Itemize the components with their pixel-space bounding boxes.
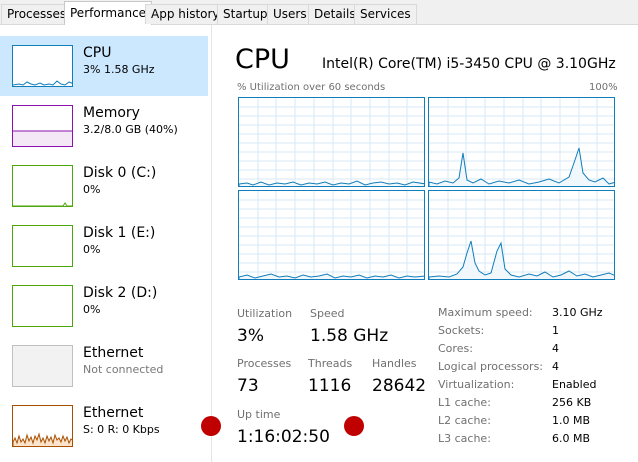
utilization-value: 3% — [237, 326, 264, 346]
speed-value: 1.58 GHz — [310, 326, 389, 346]
memory-thumbnail-graph — [12, 105, 73, 147]
handles-value: 28642 — [372, 376, 427, 396]
cpu-core-graph-4 — [428, 190, 615, 280]
cpu-specs-table: Maximum speed: 3.10 GHz Sockets: 1 Cores: 4… — [438, 304, 603, 448]
uptime-value: 1:16:02:50 — [237, 427, 330, 447]
spec-row: L2 cache: 1.0 MB — [438, 412, 603, 430]
cpu-core-graph-3 — [238, 190, 425, 280]
sidebar-item-subtitle: 3% 1.58 GHz — [83, 63, 155, 76]
utilization-graph-label: % Utilization over 60 seconds — [237, 82, 386, 93]
sidebar-item-disk-1[interactable]: Disk 1 (E:) 0% — [0, 216, 208, 276]
sidebar-item-title: Memory — [83, 105, 140, 121]
spec-key: Cores: — [438, 342, 473, 355]
disk-0-thumbnail-graph — [12, 165, 73, 207]
tab-performance[interactable]: Performance — [64, 1, 153, 25]
sidebar-item-subtitle: Not connected — [83, 363, 164, 376]
sidebar-item-title: Disk 0 (C:) — [83, 165, 157, 181]
spec-value: 256 KB — [552, 396, 592, 409]
sidebar-divider — [211, 25, 212, 462]
handles-label: Handles — [372, 357, 417, 370]
sidebar-item-title: Disk 2 (D:) — [83, 285, 158, 301]
sidebar-item-ethernet[interactable]: Ethernet S: 0 R: 0 Kbps — [0, 396, 208, 456]
spec-value: Enabled — [552, 378, 597, 391]
spec-value: 1.0 MB — [552, 414, 591, 427]
red-marker-dot — [201, 416, 221, 436]
spec-key: L1 cache: — [438, 396, 491, 409]
tab-processes[interactable]: Processes — [1, 4, 73, 24]
disk-1-thumbnail-graph — [12, 225, 73, 267]
spec-row: Logical processors: 4 — [438, 358, 603, 376]
red-marker-dot — [344, 416, 364, 436]
sidebar-item-title: Disk 1 (E:) — [83, 225, 156, 241]
spec-key: Maximum speed: — [438, 306, 533, 319]
threads-label: Threads — [308, 357, 353, 370]
sidebar-item-ethernet-disconnected[interactable]: Ethernet Not connected — [0, 336, 208, 396]
tab-app-history[interactable]: App history — [145, 4, 226, 24]
sidebar-item-cpu[interactable]: CPU 3% 1.58 GHz — [0, 36, 208, 96]
spec-row: Virtualization: Enabled — [438, 376, 603, 394]
sidebar-item-memory[interactable]: Memory 3.2/8.0 GB (40%) — [0, 96, 208, 156]
cpu-model-name: Intel(R) Core(TM) i5-3450 CPU @ 3.10GHz — [322, 56, 616, 72]
ethernet-disconnected-thumbnail — [12, 345, 73, 387]
sidebar-item-subtitle: 3.2/8.0 GB (40%) — [83, 123, 178, 136]
processes-value: 73 — [237, 376, 259, 396]
spec-value: 4 — [552, 342, 559, 355]
sidebar-item-subtitle: S: 0 R: 0 Kbps — [83, 423, 160, 436]
threads-value: 1116 — [308, 376, 352, 396]
sidebar-item-title: CPU — [83, 45, 112, 61]
spec-row: L3 cache: 6.0 MB — [438, 430, 603, 448]
spec-value: 4 — [552, 360, 559, 373]
spec-row: Maximum speed: 3.10 GHz — [438, 304, 603, 322]
processes-label: Processes — [237, 357, 292, 370]
cpu-core-graph-2 — [428, 97, 615, 187]
sidebar-item-disk-2[interactable]: Disk 2 (D:) 0% — [0, 276, 208, 336]
cpu-core-graph-1 — [238, 97, 425, 187]
ethernet-thumbnail-graph — [12, 405, 73, 447]
sidebar-item-title: Ethernet — [83, 345, 144, 361]
sidebar-item-subtitle: 0% — [83, 243, 101, 256]
spec-row: L1 cache: 256 KB — [438, 394, 603, 412]
tab-startup[interactable]: Startup — [217, 4, 274, 24]
utilization-label: Utilization — [237, 307, 293, 320]
page-title: CPU — [235, 44, 290, 75]
spec-row: Cores: 4 — [438, 340, 603, 358]
spec-value: 1 — [552, 324, 559, 337]
spec-key: L2 cache: — [438, 414, 491, 427]
tab-users[interactable]: Users — [267, 4, 313, 24]
spec-key: Virtualization: — [438, 378, 515, 391]
tab-bar: Processes Performance App history Startu… — [0, 0, 638, 25]
disk-2-thumbnail-graph — [12, 285, 73, 327]
spec-key: Sockets: — [438, 324, 485, 337]
sidebar-item-disk-0[interactable]: Disk 0 (C:) 0% — [0, 156, 208, 216]
resource-sidebar: CPU 3% 1.58 GHz Memory 3.2/8.0 GB (40%) … — [0, 25, 208, 462]
utilization-graph-max: 100% — [589, 82, 618, 93]
cpu-thumbnail-graph — [12, 45, 73, 87]
spec-row: Sockets: 1 — [438, 322, 603, 340]
spec-key: L3 cache: — [438, 432, 491, 445]
tab-services[interactable]: Services — [354, 4, 417, 24]
sidebar-item-subtitle: 0% — [83, 183, 101, 196]
speed-label: Speed — [310, 307, 345, 320]
spec-value: 3.10 GHz — [552, 306, 603, 319]
spec-key: Logical processors: — [438, 360, 544, 373]
sidebar-item-subtitle: 0% — [83, 303, 101, 316]
sidebar-item-title: Ethernet — [83, 405, 144, 421]
spec-value: 6.0 MB — [552, 432, 591, 445]
uptime-label: Up time — [237, 408, 281, 421]
